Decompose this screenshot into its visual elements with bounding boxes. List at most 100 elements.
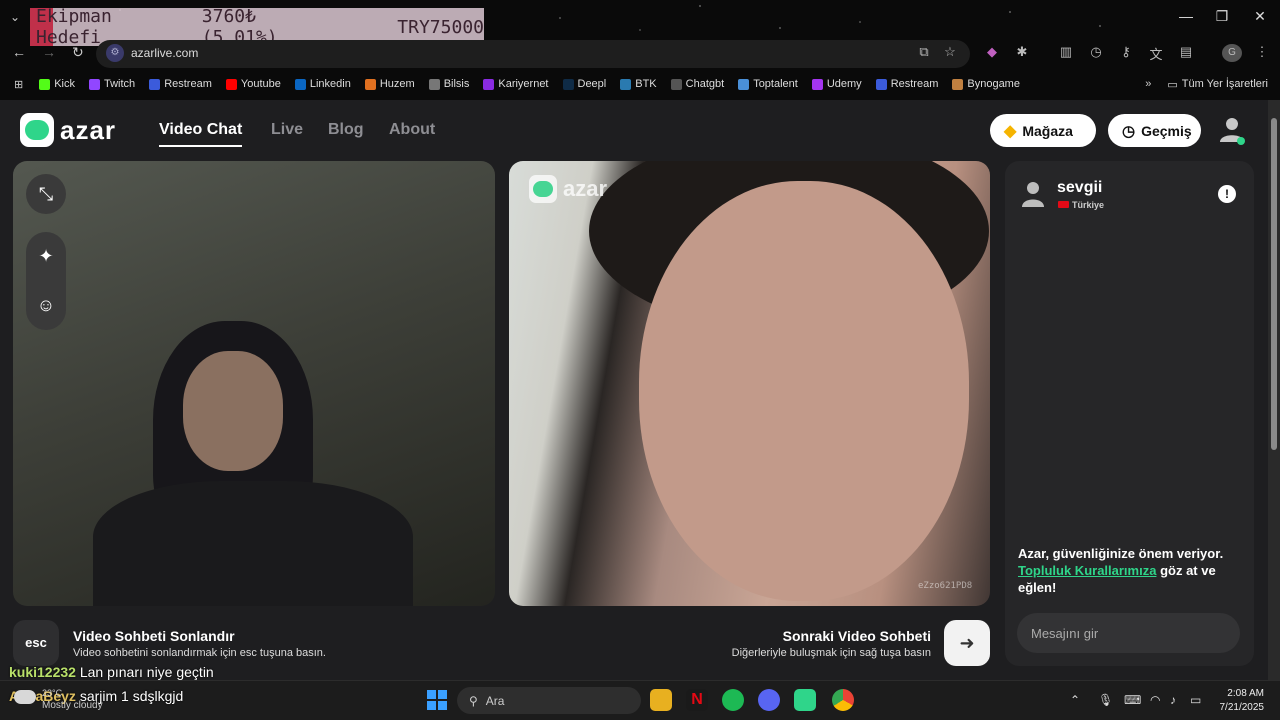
bookmark-item[interactable]: Bilsis <box>428 78 469 90</box>
nav-live[interactable]: Live <box>271 121 303 139</box>
minimize-video-button[interactable]: ⤡ <box>26 174 66 214</box>
translate-icon[interactable]: 文 <box>1146 44 1166 63</box>
clock-icon: ◷ <box>1122 122 1136 140</box>
nav-blog[interactable]: Blog <box>328 121 364 139</box>
bookmarks-bar: ⊞ Kick Twitch Restream Youtube Linkedin Huzem… <box>0 72 1280 96</box>
bookmark-item[interactable]: Deepl <box>562 78 606 90</box>
collapse-icon: ⤡ <box>38 183 54 204</box>
bookmark-item[interactable]: Toptalent <box>738 78 798 90</box>
bookmark-item[interactable]: Restream <box>875 78 938 90</box>
nav-about[interactable]: About <box>389 121 435 139</box>
next-chat-title: Sonraki Video Sohbeti <box>782 628 931 644</box>
file-explorer-icon[interactable] <box>650 689 672 711</box>
url-text[interactable]: azarlive.com <box>131 46 198 60</box>
user-profile-icon[interactable] <box>1216 114 1248 146</box>
minimize-icon[interactable]: — <box>1176 8 1196 24</box>
back-icon[interactable]: ← <box>12 44 26 60</box>
sparkle-effects-icon[interactable]: ✦ <box>38 246 53 267</box>
forward-icon[interactable]: → <box>42 44 56 60</box>
bookmark-item[interactable]: Kariyernet <box>483 78 549 90</box>
gem-icon: ◆ <box>1004 122 1017 140</box>
bookmark-favicon-icon <box>89 78 100 90</box>
bookmark-favicon-icon <box>738 78 750 90</box>
more-bookmarks-icon[interactable]: » <box>1145 78 1151 90</box>
keyboard-icon[interactable]: ⌨ <box>1124 693 1141 707</box>
end-chat-esc-button[interactable]: esc <box>13 620 59 666</box>
effects-toolbar: ✦ ☺ <box>26 232 66 330</box>
bookmark-star-icon[interactable]: ☆ <box>940 44 960 60</box>
azar-logo-icon <box>20 113 54 147</box>
apps-grid-icon[interactable]: ⊞ <box>14 78 23 91</box>
extensions-puzzle-icon[interactable]: ✱ <box>1012 44 1032 60</box>
close-icon[interactable]: ✕ <box>1250 8 1270 25</box>
bookmark-item[interactable]: Udemy <box>811 78 862 90</box>
bookmark-favicon-icon <box>670 78 682 90</box>
side-panel-icon[interactable]: ▤ <box>1176 44 1196 60</box>
tray-overflow-icon[interactable]: ⌃ <box>1070 693 1080 707</box>
cloud-weather-icon[interactable] <box>14 690 36 704</box>
microphone-icon[interactable]: 🎙 <box>1098 693 1113 707</box>
history-icon[interactable]: ◷ <box>1086 44 1106 60</box>
weather-temperature[interactable]: 23°C <box>42 688 62 698</box>
bookmark-favicon-icon <box>620 78 632 90</box>
discord-icon[interactable] <box>758 689 780 711</box>
profile-avatar-icon[interactable]: G <box>1222 44 1242 62</box>
bookmark-item[interactable]: Huzem <box>364 78 415 90</box>
partner-country: Türkiye <box>1072 200 1105 210</box>
trash-icon[interactable]: ▥ <box>1056 44 1076 60</box>
next-chat-subtitle: Diğerleriyle buluşmak için sağ tuşa bası… <box>731 647 931 659</box>
chrome-icon[interactable] <box>832 689 854 711</box>
spotify-icon[interactable] <box>722 689 744 711</box>
message-input[interactable] <box>1017 613 1240 653</box>
bookmark-item[interactable]: Restream <box>149 78 212 90</box>
all-bookmarks-folder[interactable]: ▭ Tüm Yer İşaretleri <box>1167 78 1268 91</box>
report-shield-icon[interactable]: ! <box>1218 185 1236 203</box>
community-rules-link[interactable]: Topluluk Kurallarımıza <box>1018 563 1156 578</box>
maximize-icon[interactable]: ❐ <box>1212 8 1232 25</box>
reload-icon[interactable]: ↻ <box>72 44 84 61</box>
bookmark-item[interactable]: Linkedin <box>294 78 351 90</box>
bookmark-item[interactable]: Youtube <box>225 78 281 90</box>
self-video <box>13 161 495 606</box>
bookmark-item[interactable]: Kick <box>39 78 75 90</box>
next-chat-button[interactable]: ➜ <box>944 620 990 666</box>
browser-menu-icon[interactable]: ⋮ <box>1252 44 1272 60</box>
site-info-icon[interactable]: ⚙ <box>106 44 124 62</box>
nav-video-chat[interactable]: Video Chat <box>159 121 243 147</box>
video-watermark: azar <box>529 175 607 203</box>
clock-date[interactable]: 7/21/2025 <box>1214 702 1265 713</box>
volume-icon[interactable]: ♪ <box>1170 693 1176 707</box>
bookmark-favicon-icon <box>562 78 574 90</box>
shop-button[interactable]: ◆ Mağaza <box>990 114 1096 147</box>
cast-icon[interactable]: ⧉ <box>914 44 934 60</box>
scrollbar-thumb[interactable] <box>1271 118 1277 450</box>
bookmark-item[interactable]: Twitch <box>89 78 135 90</box>
bookmark-favicon-icon <box>149 78 161 90</box>
password-key-icon[interactable]: ⚷ <box>1116 44 1136 60</box>
turkey-flag-icon <box>1058 201 1069 208</box>
video-session-id: eZzo621PD8 <box>918 581 973 591</box>
windows-start-icon[interactable] <box>427 690 447 710</box>
partner-avatar-icon <box>1022 182 1044 207</box>
bookmark-favicon-icon <box>294 78 306 90</box>
address-bar[interactable] <box>96 40 970 68</box>
netflix-icon[interactable]: N <box>686 689 708 711</box>
face-filter-icon[interactable]: ☺ <box>37 295 55 316</box>
battery-icon[interactable]: ▭ <box>1190 693 1201 707</box>
history-button[interactable]: ◷ Geçmiş <box>1108 114 1201 147</box>
extension-icon[interactable]: ◆ <box>982 44 1002 60</box>
clock-time[interactable]: 2:08 AM <box>1226 688 1264 699</box>
bookmark-item[interactable]: Bynogame <box>952 78 1020 90</box>
bookmark-favicon-icon <box>952 78 964 90</box>
taskbar-search[interactable]: ⚲ Ara <box>457 687 641 714</box>
tab-search-chevron-icon[interactable]: ⌄ <box>10 10 20 24</box>
bookmark-item[interactable]: Chatgbt <box>670 78 724 90</box>
goal-target: TRY75000 <box>397 16 484 38</box>
wifi-icon[interactable]: ◠ <box>1150 693 1160 707</box>
weather-status[interactable]: Mostly cloudy <box>42 700 103 711</box>
azar-logo[interactable]: azar <box>20 113 116 147</box>
chat-app-icon[interactable] <box>794 689 816 711</box>
next-arrow-icon: ➜ <box>959 633 975 653</box>
bookmark-item[interactable]: BTK <box>620 78 657 90</box>
partner-name: sevgii <box>1057 179 1103 196</box>
